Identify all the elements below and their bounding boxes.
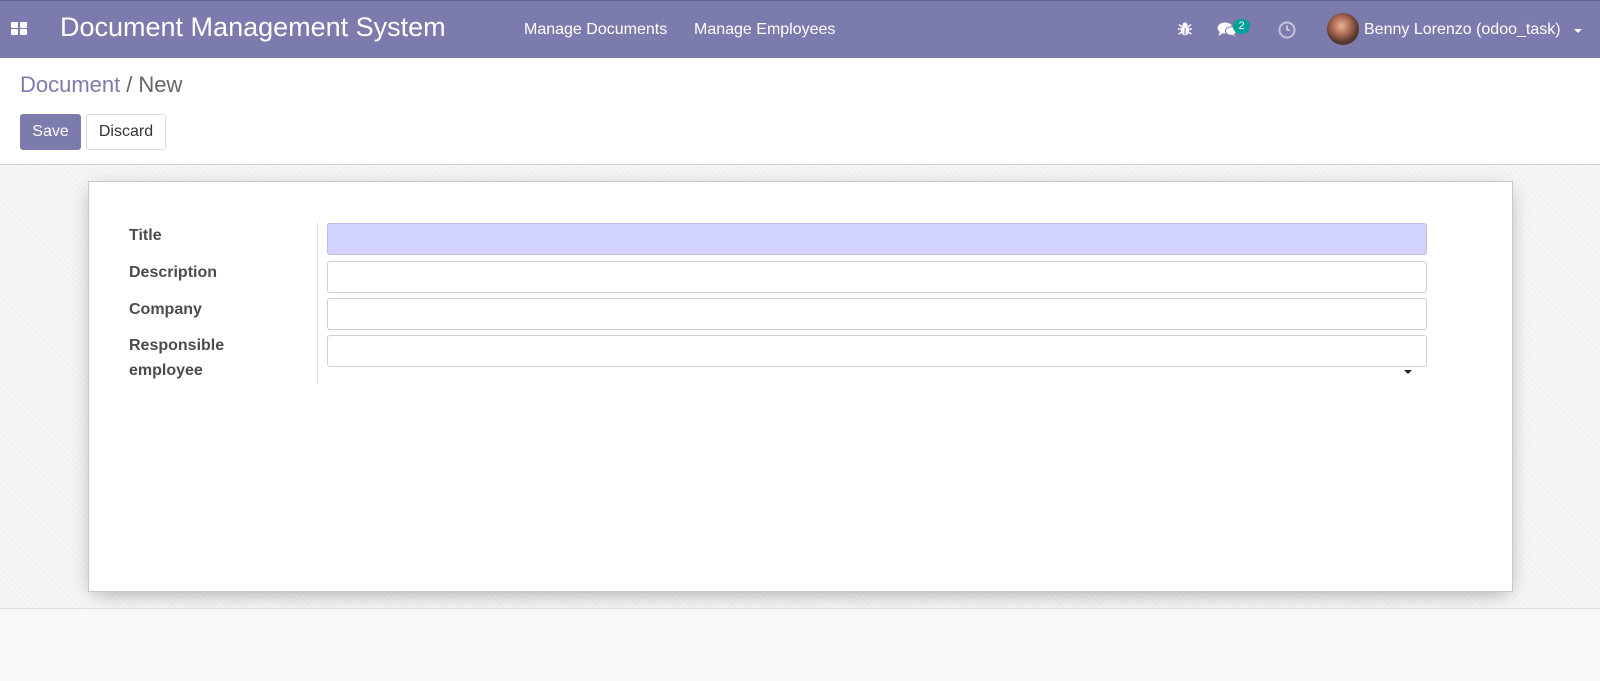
discard-button[interactable]: Discard: [86, 114, 166, 150]
app-title[interactable]: Document Management System: [60, 12, 446, 43]
menu-manage-employees[interactable]: Manage Employees: [694, 21, 835, 39]
responsible-employee-label: Responsible employee: [129, 337, 225, 379]
control-panel: Document / New Save Discard: [0, 58, 1600, 165]
clock-icon[interactable]: [1278, 21, 1296, 39]
top-navbar: Document Management System Manage Docume…: [0, 0, 1600, 58]
bug-icon[interactable]: [1177, 21, 1193, 37]
responsible-employee-select[interactable]: [327, 335, 1427, 367]
user-avatar[interactable]: [1327, 13, 1359, 45]
form-sheet: Title Description Company Responsible em…: [88, 181, 1513, 592]
breadcrumb: Document / New: [20, 72, 182, 98]
chevron-down-icon[interactable]: [1574, 29, 1582, 33]
label-divider: [317, 222, 318, 384]
breadcrumb-current: New: [138, 72, 183, 97]
description-label: Description: [129, 264, 218, 281]
apps-menu-icon[interactable]: [11, 22, 27, 35]
title-input[interactable]: [327, 223, 1427, 255]
dropdown-caret-icon[interactable]: [1404, 370, 1412, 374]
company-input[interactable]: [327, 298, 1427, 330]
breadcrumb-document-link[interactable]: Document: [20, 72, 120, 97]
breadcrumb-separator: /: [126, 72, 133, 97]
description-input[interactable]: [327, 261, 1427, 293]
messaging-count-badge: 2: [1233, 19, 1250, 34]
menu-manage-documents[interactable]: Manage Documents: [524, 21, 667, 39]
company-label: Company: [129, 301, 202, 318]
save-button[interactable]: Save: [20, 114, 81, 150]
title-label: Title: [129, 227, 162, 244]
form-view-background: Title Description Company Responsible em…: [0, 165, 1600, 609]
user-menu-name[interactable]: Benny Lorenzo (odoo_task): [1364, 21, 1561, 39]
